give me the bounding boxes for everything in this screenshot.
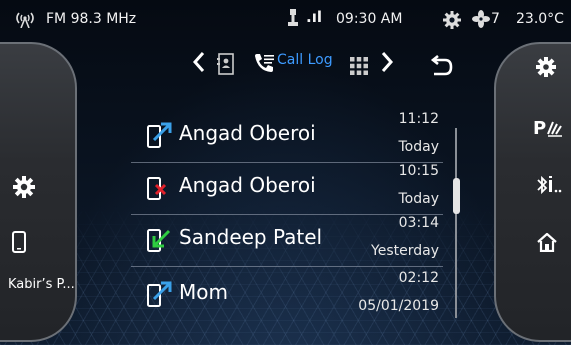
call-log-row[interactable]: Angad Oberoi 11:12 Today [131,103,443,163]
scrollbar-track[interactable] [455,128,457,318]
radio-antenna-icon [16,12,34,28]
chevron-right-icon[interactable] [380,48,394,76]
signal-strength-icon: .ıl [306,8,322,26]
chevron-left-icon[interactable] [192,48,206,76]
phone-device-icon[interactable] [12,231,26,253]
outgoing-call-icon [147,122,172,148]
settings-gear-icon [443,11,461,29]
temperature: 23.0°C [516,11,564,27]
settings-gear-icon[interactable] [535,56,557,78]
infotainment-screen: FM 98.3 MHz .ıl 09:30 AM 7 23.0°C Kabir’… [0,0,571,345]
fan-icon [472,10,490,28]
usb-icon [288,9,298,26]
clock: 09:30 AM [336,11,403,27]
call-date: Today [398,191,440,207]
call-date: Yesterday [371,243,439,259]
contact-name: Mom [179,280,228,304]
call-log-row[interactable]: Angad Oberoi 10:15 Today [131,155,443,215]
contact-name: Angad Oberoi [179,173,316,197]
status-bar: FM 98.3 MHz .ıl 09:30 AM 7 23.0°C [0,0,571,40]
dialpad-icon[interactable] [349,52,369,80]
missed-call-icon [147,177,167,200]
tab-call-log[interactable]: Call Log [277,52,333,68]
call-time: 11:12 [398,111,439,127]
svg-text:P: P [533,118,546,138]
call-log-row[interactable]: Sandeep Patel 03:14 Yesterday [131,207,443,267]
back-arrow-icon[interactable] [428,52,454,80]
call-date: 05/01/2019 [358,298,439,314]
parking-sensor-icon[interactable]: P [533,116,563,138]
home-icon[interactable] [536,232,558,252]
outgoing-call-icon [147,281,172,307]
contact-name: Angad Oberoi [179,121,316,145]
call-date: Today [398,139,440,155]
fan-speed: 7 [491,11,500,27]
scrollbar-thumb[interactable] [453,178,460,214]
call-time: 10:15 [398,163,439,179]
contacts-icon[interactable] [216,50,236,78]
contact-name: Sandeep Patel [179,225,323,249]
radio-station-label: FM 98.3 MHz [46,11,137,27]
settings-gear-icon[interactable] [12,175,36,199]
incoming-call-icon [147,229,171,252]
call-time: 03:14 [398,215,439,231]
call-time: 02:12 [398,270,439,286]
bluetooth-audio-icon[interactable] [535,174,563,196]
call-log-row[interactable]: Mom 02:12 05/01/2019 [131,262,443,322]
call-log-icon[interactable] [252,50,276,78]
connected-device-label[interactable]: Kabir’s P... [8,277,75,292]
